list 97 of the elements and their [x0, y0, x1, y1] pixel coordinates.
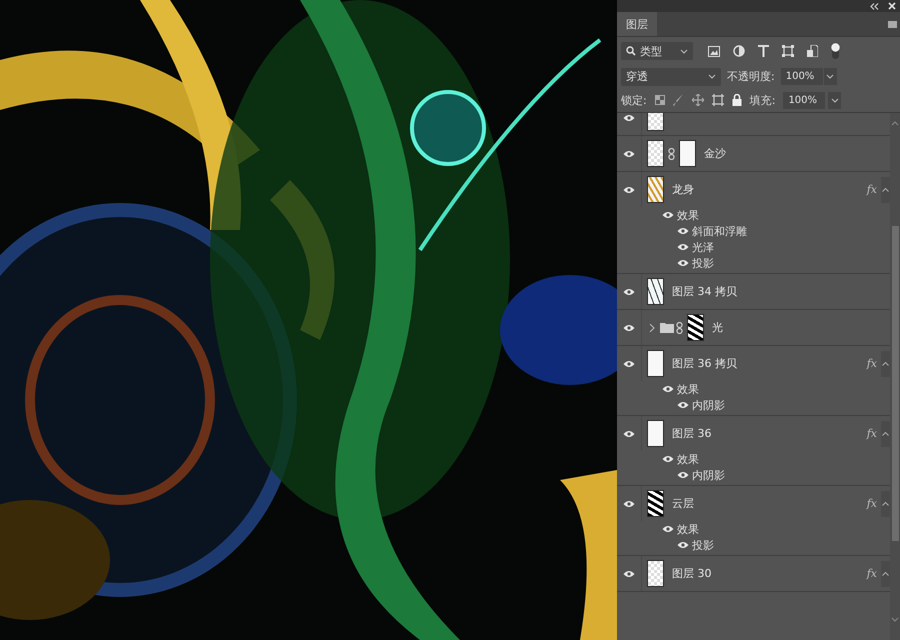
- effects-toggle[interactable]: [881, 490, 890, 516]
- lock-transparency-icon[interactable]: [654, 95, 665, 105]
- lock-label: 锁定:: [621, 92, 647, 108]
- eye-icon[interactable]: [677, 541, 689, 549]
- eye-icon[interactable]: [662, 211, 674, 219]
- eye-icon[interactable]: [677, 401, 689, 409]
- smart-object-filter-icon[interactable]: [807, 45, 818, 57]
- opacity-dropdown-button[interactable]: [824, 68, 837, 85]
- fill-label: 填充:: [750, 92, 776, 108]
- close-icon[interactable]: [888, 2, 896, 10]
- link-icon: [668, 148, 675, 160]
- search-icon: [626, 46, 636, 56]
- eye-icon[interactable]: [677, 259, 689, 267]
- effects-label: fx: [866, 427, 877, 440]
- effect-name: 投影: [692, 256, 714, 270]
- layer-name: 光: [712, 320, 723, 335]
- effect-name: 内阴影: [692, 468, 725, 482]
- effects-label: 效果: [677, 452, 699, 466]
- layer-row[interactable]: 图层 36 拷贝 fx 效果 内阴影: [617, 346, 890, 416]
- eye-icon[interactable]: [662, 385, 674, 393]
- eye-icon[interactable]: [623, 324, 635, 332]
- eye-icon[interactable]: [623, 360, 635, 368]
- effect-name: 投影: [692, 538, 714, 552]
- folder-icon: [660, 322, 674, 333]
- effects-toggle[interactable]: [881, 176, 890, 202]
- eye-icon[interactable]: [662, 455, 674, 463]
- layer-row[interactable]: [617, 113, 890, 136]
- effects-label: fx: [866, 357, 877, 370]
- type-filter-icon[interactable]: [758, 45, 769, 57]
- caret-icon: [882, 188, 889, 192]
- layers-tab[interactable]: 图层: [617, 12, 657, 36]
- effects-label: fx: [866, 567, 877, 580]
- caret-icon: [680, 48, 688, 54]
- fill-field[interactable]: 100%: [783, 92, 826, 108]
- fill-dropdown-button[interactable]: [828, 92, 842, 108]
- caret-icon: [882, 572, 889, 576]
- image-filter-icon[interactable]: [708, 46, 720, 56]
- move-icon[interactable]: [692, 94, 704, 106]
- adjustment-filter-icon[interactable]: [733, 45, 745, 57]
- effects-toggle[interactable]: [881, 560, 890, 586]
- opacity-label: 不透明度:: [727, 69, 775, 84]
- toggle-icon[interactable]: [831, 43, 840, 59]
- chevron-icon[interactable]: [649, 324, 655, 332]
- eye-icon[interactable]: [623, 570, 635, 578]
- effects-label: fx: [866, 183, 877, 196]
- effect-name: 光泽: [692, 240, 714, 254]
- eye-icon[interactable]: [623, 430, 635, 438]
- layer-row[interactable]: 图层 36 fx 效果 内阴影: [617, 416, 890, 486]
- eye-icon[interactable]: [677, 243, 689, 251]
- collapse-icon[interactable]: [870, 2, 879, 10]
- caret-icon: [708, 74, 716, 79]
- opacity-field[interactable]: 100%: [780, 68, 823, 85]
- layer-name: 图层 36 拷贝: [672, 356, 737, 371]
- eye-icon[interactable]: [677, 471, 689, 479]
- layer-name: 图层 34 拷贝: [672, 284, 737, 299]
- filter-dropdown[interactable]: 类型: [621, 42, 693, 60]
- layer-name: 金沙: [704, 146, 726, 161]
- lock-icon[interactable]: [732, 94, 742, 106]
- layer-name: 云层: [672, 496, 694, 511]
- eye-icon[interactable]: [623, 150, 635, 158]
- effect-name: 斜面和浮雕: [692, 224, 747, 238]
- shape-filter-icon[interactable]: [782, 45, 794, 57]
- scroll-down-icon[interactable]: [891, 617, 899, 622]
- layer-name: 龙身: [672, 182, 694, 197]
- scrollbar-thumb[interactable]: [892, 226, 898, 541]
- effects-toggle[interactable]: [881, 420, 890, 446]
- caret-icon: [882, 502, 889, 506]
- layer-row[interactable]: 图层 30 fx: [617, 556, 890, 592]
- eye-icon[interactable]: [677, 227, 689, 235]
- layer-row[interactable]: 图层 34 拷贝: [617, 274, 890, 310]
- layer-row[interactable]: 云层 fx 效果 投影: [617, 486, 890, 556]
- effect-name: 内阴影: [692, 398, 725, 412]
- artboard-icon[interactable]: [712, 94, 724, 106]
- blend-mode-dropdown[interactable]: 穿透: [621, 68, 721, 86]
- eye-icon[interactable]: [623, 114, 635, 122]
- scroll-up-icon[interactable]: [891, 121, 899, 126]
- caret-icon: [826, 74, 834, 79]
- effects-label: fx: [866, 497, 877, 510]
- eye-icon[interactable]: [623, 500, 635, 508]
- layer-row[interactable]: 龙身 fx 效果 斜面和浮雕 光泽 投影: [617, 172, 890, 274]
- eye-icon[interactable]: [623, 186, 635, 194]
- eye-icon[interactable]: [623, 288, 635, 296]
- layer-row[interactable]: 光: [617, 310, 890, 346]
- effects-label: 效果: [677, 382, 699, 396]
- layer-name: 图层 36: [672, 426, 712, 441]
- link-icon: [676, 322, 683, 334]
- eye-icon[interactable]: [662, 525, 674, 533]
- effects-label: 效果: [677, 522, 699, 536]
- menu-icon[interactable]: [888, 20, 897, 28]
- caret-icon: [882, 362, 889, 366]
- layer-row[interactable]: 金沙: [617, 136, 890, 172]
- caret-icon: [830, 98, 839, 102]
- effects-label: 效果: [677, 208, 699, 222]
- caret-icon: [882, 432, 889, 436]
- layer-name: 图层 30: [672, 566, 712, 581]
- brush-icon[interactable]: [672, 94, 684, 106]
- effects-toggle[interactable]: [881, 350, 890, 376]
